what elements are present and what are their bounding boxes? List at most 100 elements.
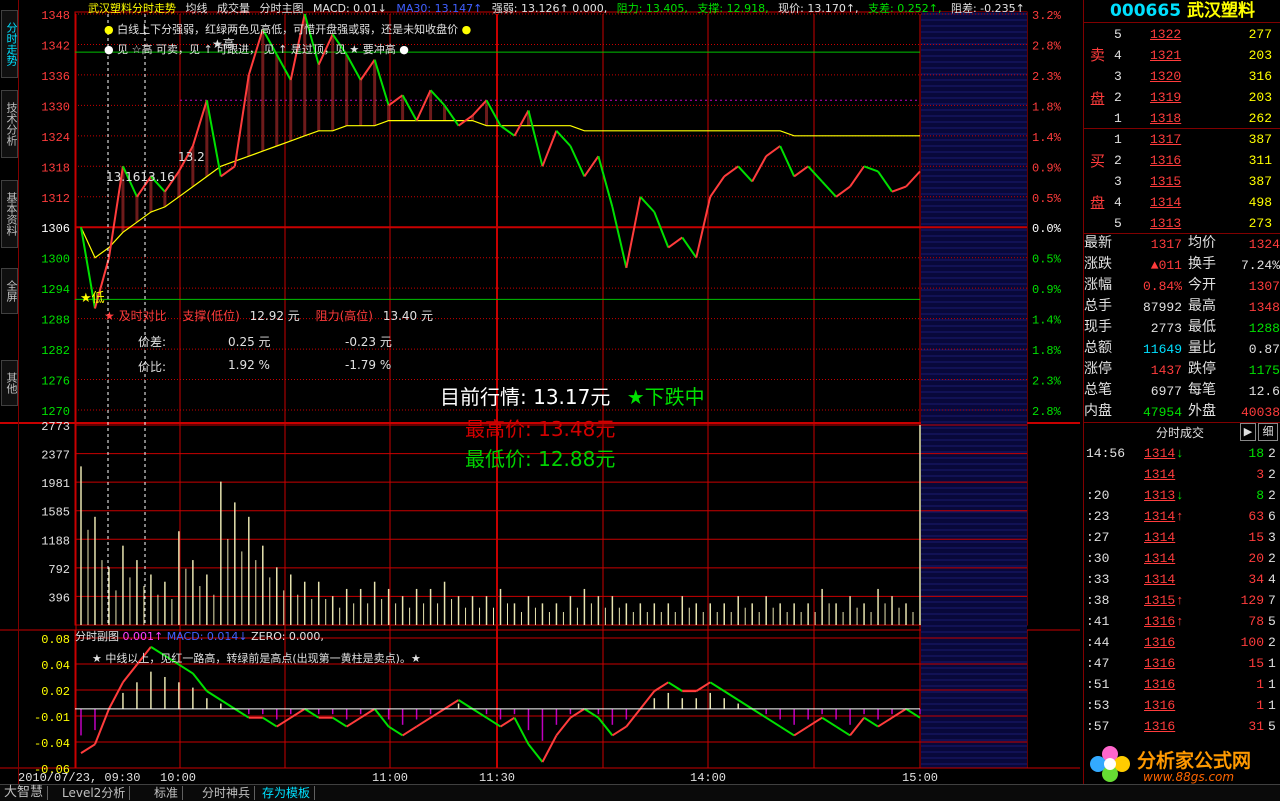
tick-price[interactable]: 1316 — [1144, 695, 1175, 716]
price-line-segment — [555, 130, 572, 147]
price-line-segment — [849, 165, 865, 188]
tick-price[interactable]: 1316 — [1144, 632, 1175, 653]
ask-volume: 262 — [1248, 111, 1272, 126]
tick-volume: 3 — [1256, 467, 1264, 482]
stat-label: 涨跌 — [1084, 257, 1112, 273]
ask-price[interactable]: 1318 — [1150, 108, 1181, 129]
tick-time: :57 — [1086, 719, 1110, 734]
afterhours-region — [921, 12, 1027, 768]
tick-count: 4 — [1268, 572, 1276, 587]
sub-name[interactable]: 分时副图 — [75, 630, 119, 643]
price-line-segment — [359, 59, 376, 81]
stock-title: 武汉塑料分时走势 — [88, 2, 176, 15]
ask-price[interactable]: 1322 — [1150, 24, 1181, 45]
macd-line-segment — [863, 716, 879, 728]
header-zhicheng: 支撑: 12.918, — [697, 2, 769, 15]
price-line-segment — [807, 165, 823, 183]
tick-price[interactable]: 1313 — [1144, 485, 1175, 506]
bid-level: 2 — [1114, 153, 1122, 168]
tick-volume: 129 — [1240, 593, 1264, 608]
stat-label: 今开 — [1188, 278, 1216, 294]
stat-label: 最新 — [1084, 236, 1112, 252]
price-line-segment — [709, 175, 726, 198]
tab-fullscreen[interactable]: 全屏 — [1, 268, 18, 314]
tick-arrow-icon: ↓ — [1176, 446, 1184, 461]
tab-standard[interactable]: 标准 — [150, 786, 184, 800]
compare-block: ★ 及时对比 支撑(低位) 12.92 元 阻力(高位) 13.40 元 — [104, 307, 433, 324]
macd-line-segment — [555, 717, 572, 737]
stat-label: 跌停 — [1188, 362, 1216, 378]
tick-price[interactable]: 1316 — [1144, 653, 1175, 674]
tick-price[interactable]: 1314 — [1144, 443, 1175, 464]
bid-price[interactable]: 1313 — [1150, 213, 1181, 234]
ask-price[interactable]: 1321 — [1150, 45, 1181, 66]
price-line-segment — [835, 185, 851, 198]
macd-line-segment — [765, 716, 781, 728]
macd-line-segment — [332, 716, 348, 728]
tick-arrow-icon: ↓ — [1176, 488, 1184, 503]
tab-level2[interactable]: Level2分析 — [58, 786, 131, 800]
tick-price[interactable]: 1314 — [1144, 569, 1175, 590]
pct-axis-label: 2.3% — [1032, 375, 1062, 389]
tab-intraday-tool[interactable]: 分时神兵 — [198, 786, 256, 800]
bid-price[interactable]: 1317 — [1150, 129, 1181, 150]
tick-volume: 18 — [1248, 446, 1264, 461]
price-line-segment — [345, 54, 362, 81]
left-nav: 分时走势 技术分析 基本资料 全屏 其他 — [0, 0, 19, 785]
header-main-chart[interactable]: 分时主图 — [260, 2, 304, 15]
tick-price[interactable]: 1314 — [1144, 548, 1175, 569]
macd-line-segment — [402, 725, 418, 737]
stat-label: 换手 — [1188, 257, 1216, 273]
stock-code: 000665 — [1110, 1, 1182, 21]
pct-axis-label: 0.9% — [1032, 161, 1062, 175]
play-icon[interactable]: ▶ — [1240, 423, 1256, 441]
bid-volume: 311 — [1248, 153, 1272, 168]
macd-line-segment — [262, 716, 278, 728]
header-volume[interactable]: 成交量 — [217, 2, 250, 15]
bid-price[interactable]: 1314 — [1150, 192, 1181, 213]
resist-label: 阻力(高位) — [315, 309, 373, 323]
macd-line-segment — [444, 699, 460, 710]
tab-fundamentals[interactable]: 基本资料 — [1, 180, 18, 248]
bid-volume: 273 — [1248, 216, 1272, 231]
stock-header: 000665 武汉塑料 — [1084, 0, 1280, 22]
macd-line-segment — [807, 716, 823, 728]
macd-line-segment — [611, 725, 627, 737]
compare-title: ★ 及时对比 — [104, 309, 167, 323]
tick-volume: 15 — [1248, 656, 1264, 671]
tick-price[interactable]: 1315 — [1144, 590, 1175, 611]
tick-price[interactable]: 1316 — [1144, 716, 1175, 737]
stat-label: 每笔 — [1188, 383, 1216, 399]
stat-value: 1307 — [1248, 279, 1280, 294]
detail-button[interactable]: 细 — [1258, 423, 1278, 441]
bid-price[interactable]: 1315 — [1150, 171, 1181, 192]
tick-time: :41 — [1086, 614, 1110, 629]
ask-level: 5 — [1114, 27, 1122, 42]
stat-value: 1317 — [1150, 237, 1182, 252]
tick-price[interactable]: 1314 — [1144, 506, 1175, 527]
tick-price[interactable]: 1314 — [1144, 527, 1175, 548]
price-line-segment — [863, 165, 879, 173]
stat-value: 12.6 — [1248, 384, 1280, 399]
price-line-segment — [821, 180, 837, 198]
diff-resist: -0.23 元 — [345, 335, 392, 349]
stat-label: 均价 — [1188, 236, 1216, 252]
ask-price[interactable]: 1320 — [1150, 66, 1181, 87]
ask-price[interactable]: 1319 — [1150, 87, 1181, 108]
tab-intraday[interactable]: 分时走势 — [1, 10, 18, 78]
price-line-segment — [513, 109, 530, 137]
bid-price[interactable]: 1316 — [1150, 150, 1181, 171]
tick-time: :33 — [1086, 572, 1110, 587]
tick-count: 2 — [1268, 635, 1276, 650]
tick-price[interactable]: 1316 — [1144, 674, 1175, 695]
tick-volume: 78 — [1248, 614, 1264, 629]
stat-label: 最低 — [1188, 320, 1216, 336]
bid-level: 4 — [1114, 195, 1122, 210]
header-avg-line[interactable]: 均线 — [186, 2, 208, 15]
stat-value: 1437 — [1150, 363, 1182, 378]
tab-other[interactable]: 其他 — [1, 360, 18, 406]
tab-save-template[interactable]: 存为模板 — [258, 786, 316, 800]
tab-technical[interactable]: 技术分析 — [1, 90, 18, 158]
tick-price[interactable]: 1314 — [1144, 464, 1175, 485]
tick-price[interactable]: 1316 — [1144, 611, 1175, 632]
